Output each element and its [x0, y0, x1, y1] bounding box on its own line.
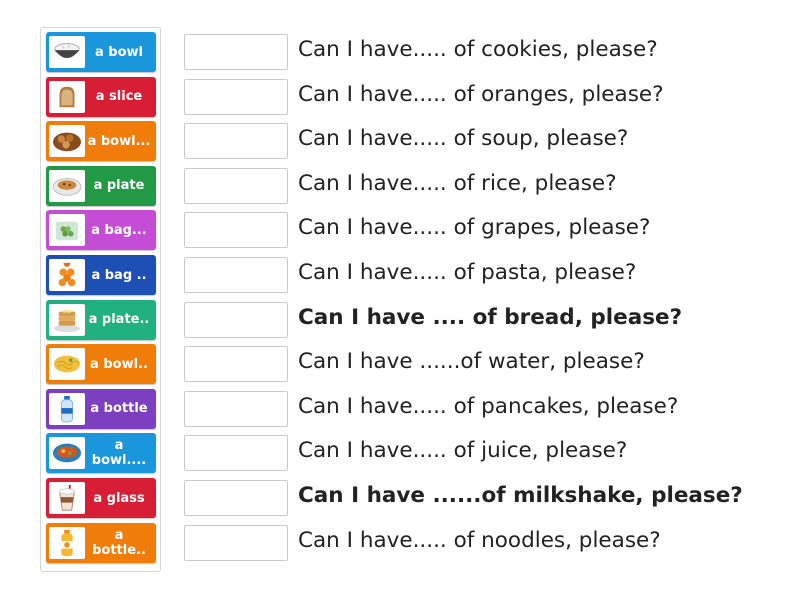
answer-tile[interactable]: a slice — [46, 76, 156, 117]
answer-tile[interactable]: a bowl.. — [46, 344, 156, 385]
drop-slot[interactable] — [184, 212, 288, 249]
tile-label: a bag... — [91, 222, 147, 238]
tile-label: a bottle — [90, 401, 148, 417]
sentence-text: Can I have .... of bread, please? — [298, 304, 683, 330]
rice-bowl-icon — [49, 36, 85, 68]
answer-tile[interactable]: a bag .. — [46, 255, 156, 295]
drop-slot[interactable] — [184, 167, 288, 204]
drop-slot[interactable] — [184, 346, 288, 383]
bread-slice-icon — [49, 80, 85, 113]
tile-label: a bag .. — [91, 267, 147, 283]
grapes-bag-icon — [49, 214, 85, 247]
water-bottle-icon — [49, 392, 85, 425]
tile-label: a glass — [93, 490, 145, 506]
milkshake-glass-icon — [49, 482, 85, 514]
sentence-text: Can I have ......of milkshake, please? — [298, 483, 743, 508]
cookies-plate-icon — [49, 169, 85, 202]
drop-slot[interactable] — [184, 390, 288, 427]
sentence-text: Can I have..... of pancakes, please? — [298, 393, 679, 419]
answer-tile[interactable]: a bowl — [46, 32, 156, 72]
cookies-bowl-icon — [49, 125, 85, 158]
tile-label: a bowl.. — [90, 356, 148, 372]
sentence-text: Can I have..... of cookies, please? — [298, 37, 658, 62]
sentence-text: Can I have..... of soup, please? — [298, 126, 629, 152]
answer-tile[interactable]: a bag... — [46, 210, 156, 251]
answer-tile[interactable]: a bottle — [46, 388, 156, 429]
answer-tile[interactable]: a bowl.... — [46, 433, 156, 474]
drop-slot[interactable] — [184, 480, 288, 516]
tile-label: a bottle.. — [92, 527, 146, 558]
answer-tile[interactable]: a bowl... — [46, 121, 156, 162]
answer-tile[interactable]: a plate.. — [46, 299, 156, 340]
sentence-text: Can I have..... of noodles, please? — [298, 527, 661, 553]
drop-slot[interactable] — [184, 78, 288, 115]
oranges-bag-icon — [49, 259, 85, 291]
answer-tile[interactable]: a glass — [46, 478, 156, 518]
tile-label: a plate.. — [88, 312, 150, 328]
sentence-text: Can I have..... of oranges, please? — [298, 81, 664, 107]
sentence-text: Can I have..... of rice, please? — [298, 170, 617, 196]
drop-slot[interactable] — [184, 257, 288, 293]
sentence-text: Can I have ......of water, please? — [298, 349, 645, 375]
drop-slot[interactable] — [184, 435, 288, 472]
tile-label: a bowl — [94, 44, 143, 60]
tile-label: a bowl.... — [91, 438, 147, 469]
tile-label: a slice — [95, 89, 143, 105]
noodles-bowl-icon — [49, 348, 85, 381]
drop-slot[interactable] — [184, 123, 288, 160]
sentence-text: Can I have..... of juice, please? — [298, 438, 628, 464]
soup-bowl-icon — [49, 437, 85, 470]
sentence-text: Can I have..... of pasta, please? — [298, 260, 637, 285]
answer-tile[interactable]: a bottle.. — [46, 522, 156, 563]
pancakes-plate-icon — [49, 303, 85, 336]
tile-label: a bowl... — [87, 133, 151, 149]
tile-label: a plate — [93, 178, 145, 194]
answer-tile[interactable]: a plate — [46, 165, 156, 206]
drop-slot[interactable] — [184, 34, 288, 70]
drop-slot[interactable] — [184, 524, 288, 561]
drop-slot[interactable] — [184, 301, 288, 338]
sentence-text: Can I have..... of grapes, please? — [298, 215, 651, 241]
juice-bottle-icon — [49, 526, 85, 559]
